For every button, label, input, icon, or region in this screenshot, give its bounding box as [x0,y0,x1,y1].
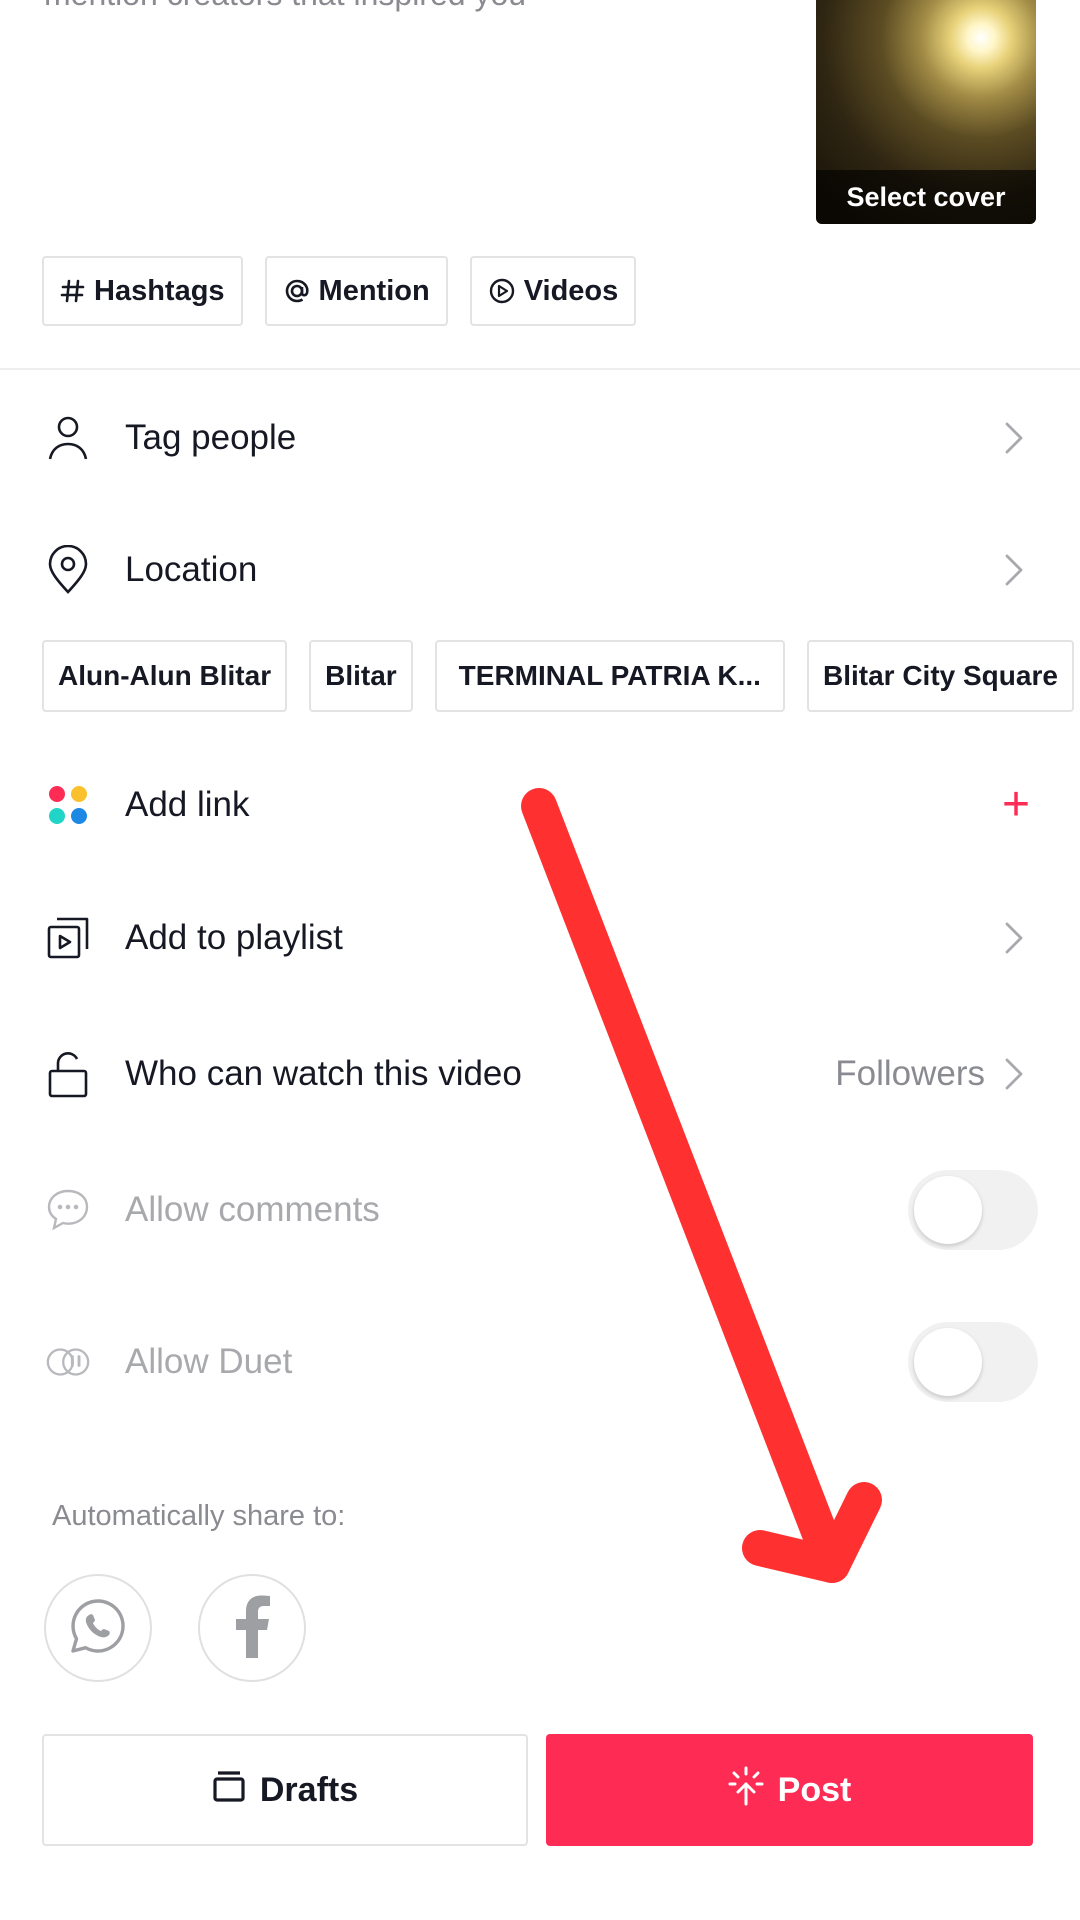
add-to-playlist-label: Add to playlist [125,918,343,957]
post-sparkle-icon [728,1766,764,1815]
location-chip[interactable]: Blitar City Square [806,640,1074,712]
add-link-plus-icon[interactable]: + [1002,781,1030,829]
drafts-label: Drafts [259,1770,359,1809]
location-label: Location [125,550,258,589]
drafts-icon [212,1769,246,1812]
location-row[interactable]: Location [0,520,1080,620]
duet-icon [44,1338,92,1386]
share-whatsapp-button[interactable] [44,1574,152,1682]
cover-thumbnail[interactable]: Select cover [816,0,1036,224]
share-facebook-button[interactable] [198,1574,306,1682]
four-dots-icon [44,781,92,829]
chevron-right-icon [1000,418,1028,458]
mention-chip-label: Mention [318,274,430,307]
post-label: Post [777,1770,852,1809]
comment-icon [44,1186,92,1234]
videos-chip[interactable]: Videos [469,256,637,326]
tag-people-row[interactable]: Tag people [0,388,1080,488]
whatsapp-icon [67,1595,129,1662]
select-cover-label: Select cover [816,170,1036,224]
share-label: Automatically share to: [52,1500,346,1532]
mention-chip[interactable]: Mention [264,256,448,326]
toggle-knob [914,1176,982,1244]
add-to-playlist-row[interactable]: Add to playlist [0,888,1080,988]
allow-comments-toggle[interactable] [908,1170,1038,1250]
hash-icon [60,278,86,304]
allow-duet-label: Allow Duet [125,1342,293,1381]
chevron-right-icon [1000,550,1028,590]
allow-duet-row: Allow Duet [0,1312,1080,1412]
chevron-right-icon [1000,1054,1028,1094]
who-can-watch-label: Who can watch this video [125,1054,522,1093]
who-can-watch-value: Followers [835,1054,985,1093]
location-chip[interactable]: Alun-Alun Blitar [42,640,288,712]
at-icon [283,277,311,305]
facebook-icon [230,1594,274,1663]
location-chip[interactable]: TERMINAL PATRIA K... [434,640,785,712]
chevron-right-icon [1000,918,1028,958]
allow-comments-row: Allow comments [0,1160,1080,1260]
caption-placeholder[interactable]: mention creators that inspired you [44,0,526,13]
lock-icon [44,1050,92,1098]
toggle-knob [914,1328,982,1396]
allow-duet-toggle[interactable] [908,1322,1038,1402]
hashtags-chip-label: Hashtags [94,274,225,307]
play-circle-icon [488,277,516,305]
hashtags-chip[interactable]: Hashtags [42,256,243,326]
playlist-icon [44,914,92,962]
who-can-watch-row[interactable]: Who can watch this video Followers [0,1024,1080,1124]
location-chip[interactable]: Blitar [309,640,413,712]
location-suggestions: Alun-Alun Blitar Blitar TERMINAL PATRIA … [42,640,1074,712]
post-button[interactable]: Post [546,1734,1033,1846]
drafts-button[interactable]: Drafts [42,1734,528,1846]
location-pin-icon [44,545,92,594]
section-divider [0,368,1080,370]
add-link-row[interactable]: Add link + [0,755,1080,855]
person-icon [44,414,92,462]
videos-chip-label: Videos [523,274,619,307]
caption-chips: Hashtags Mention Videos [42,256,637,326]
allow-comments-label: Allow comments [125,1190,380,1229]
add-link-label: Add link [125,785,250,824]
tag-people-label: Tag people [125,418,297,457]
